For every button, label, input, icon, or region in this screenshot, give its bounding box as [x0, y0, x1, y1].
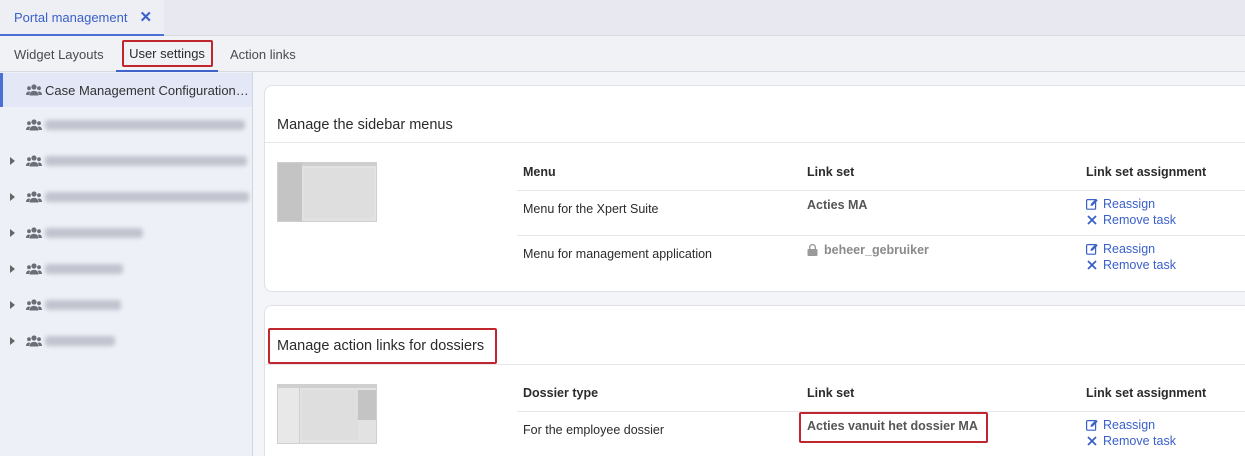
close-icon	[1087, 215, 1097, 225]
tree-item-blurred[interactable]	[0, 108, 252, 142]
users-icon	[26, 299, 42, 311]
reassign-label: Reassign	[1103, 197, 1156, 211]
link-set-value: Acties vanuit het dossier MA	[807, 419, 978, 433]
link-set-locked: beheer_gebruiker	[807, 243, 929, 257]
reassign-button[interactable]: Reassign	[1086, 418, 1155, 432]
remove-task-button[interactable]: Remove task	[1086, 258, 1176, 272]
users-icon	[26, 155, 42, 167]
remove-task-label: Remove task	[1103, 213, 1176, 227]
remove-task-button[interactable]: Remove task	[1086, 213, 1176, 227]
link-set-value: Acties MA	[807, 198, 868, 212]
dossier-type-value: For the employee dossier	[523, 423, 665, 437]
row-divider	[517, 235, 1245, 236]
reassign-button[interactable]: Reassign	[1086, 242, 1155, 256]
tree-item-blurred[interactable]	[0, 252, 252, 286]
tab-widget-layouts[interactable]: Widget Layouts	[14, 36, 104, 72]
divider	[265, 142, 1245, 143]
users-icon	[26, 263, 42, 275]
tree-item-blurred[interactable]	[0, 144, 252, 178]
reassign-label: Reassign	[1103, 242, 1156, 256]
blurred-label	[45, 156, 247, 166]
chevron-right-icon[interactable]	[10, 265, 15, 273]
lock-icon	[807, 244, 818, 256]
main-content: Manage the sidebar menus Menu Link set L…	[253, 72, 1245, 456]
column-header-assignment[interactable]: Link set assignment	[1086, 165, 1206, 179]
close-icon	[1087, 436, 1097, 446]
blurred-label	[45, 264, 123, 274]
tab-user-settings[interactable]: User settings	[116, 36, 218, 72]
users-icon	[26, 119, 42, 131]
edit-icon	[1086, 243, 1098, 255]
column-header-link-set[interactable]: Link set	[807, 165, 854, 179]
reassign-button[interactable]: Reassign	[1086, 197, 1155, 211]
chevron-right-icon[interactable]	[10, 157, 15, 165]
menu-name: Menu for management application	[523, 247, 713, 261]
reassign-label: Reassign	[1103, 418, 1156, 432]
divider	[265, 364, 1245, 365]
link-set-value: beheer_gebruiker	[824, 243, 929, 257]
chevron-right-icon[interactable]	[10, 193, 15, 201]
sidebar-tree: Case Management Configuration ...	[0, 72, 253, 456]
remove-task-label: Remove task	[1103, 434, 1176, 448]
card-dossier-action-links: Manage action links for dossiers Dossier…	[264, 305, 1245, 456]
column-header-assignment[interactable]: Link set assignment	[1086, 386, 1206, 400]
tree-item-blurred[interactable]	[0, 216, 252, 250]
chevron-right-icon[interactable]	[10, 229, 15, 237]
tab-action-links[interactable]: Action links	[230, 36, 296, 72]
blurred-label	[45, 300, 121, 310]
users-icon	[26, 335, 42, 347]
blurred-label	[45, 120, 245, 130]
sidebar-layout-thumbnail	[277, 162, 377, 222]
row-divider	[517, 190, 1245, 191]
card-sidebar-menus: Manage the sidebar menus Menu Link set L…	[264, 85, 1245, 292]
tree-item-blurred[interactable]	[0, 288, 252, 322]
app-root: Portal management ✕ Widget Layouts User …	[0, 0, 1245, 456]
tree-item-label: Case Management Configuration ...	[45, 82, 249, 98]
edit-icon	[1086, 198, 1098, 210]
row-divider	[517, 411, 1245, 412]
close-icon	[1087, 260, 1097, 270]
users-icon	[26, 227, 42, 239]
tree-item-blurred[interactable]	[0, 324, 252, 358]
column-header-menu[interactable]: Menu	[523, 165, 556, 179]
column-header-dossier-type[interactable]: Dossier type	[523, 386, 598, 400]
sub-tab-bar: Widget Layouts User settings Action link…	[0, 36, 1245, 72]
section-title: Manage the sidebar menus	[277, 117, 453, 133]
close-icon[interactable]: ✕	[139, 10, 152, 25]
dossier-layout-thumbnail	[277, 384, 377, 444]
edit-icon	[1086, 419, 1098, 431]
users-icon	[26, 191, 42, 203]
column-header-link-set[interactable]: Link set	[807, 386, 854, 400]
document-tab-bar: Portal management ✕	[0, 0, 1245, 36]
section-title: Manage action links for dossiers	[277, 338, 485, 354]
remove-task-button[interactable]: Remove task	[1086, 434, 1176, 448]
chevron-right-icon[interactable]	[10, 337, 15, 345]
users-icon	[26, 84, 42, 96]
doc-tab-portal-management[interactable]: Portal management ✕	[0, 0, 165, 36]
chevron-right-icon[interactable]	[10, 301, 15, 309]
blurred-label	[45, 336, 115, 346]
tree-item-case-management[interactable]: Case Management Configuration ...	[0, 73, 252, 107]
remove-task-label: Remove task	[1103, 258, 1176, 272]
blurred-label	[45, 192, 249, 202]
tree-item-blurred[interactable]	[0, 180, 252, 214]
doc-tab-label: Portal management	[14, 9, 128, 25]
blurred-label	[45, 228, 143, 238]
menu-name: Menu for the Xpert Suite	[523, 202, 659, 216]
